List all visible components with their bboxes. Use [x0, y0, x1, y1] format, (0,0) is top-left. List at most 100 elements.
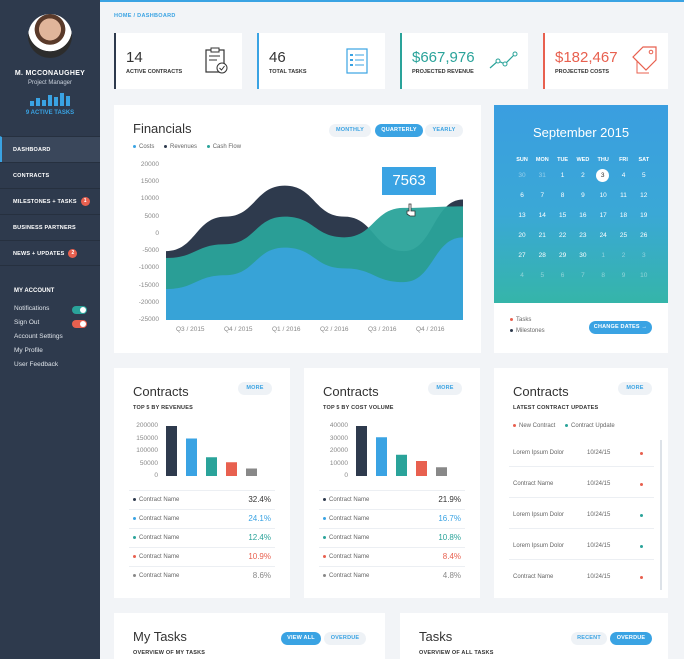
account-profile[interactable]: My Profile — [14, 347, 43, 354]
notification-badge: 1 — [80, 197, 90, 207]
change-dates-button[interactable]: CHANGE DATES → — [589, 321, 652, 334]
update-name: Lorem Ipsum Dolor — [513, 512, 565, 518]
avatar[interactable] — [28, 14, 72, 58]
tab-monthly[interactable]: MONTHLY — [329, 124, 371, 137]
sign-out-toggle[interactable] — [72, 320, 87, 328]
clipboard-check-icon — [205, 47, 228, 74]
calendar-day[interactable]: 9 — [573, 192, 593, 199]
calendar-day[interactable]: 1 — [593, 252, 613, 259]
contracts-revenue-card: Contracts MORE TOP 5 BY REVENUES 200000 1… — [114, 368, 290, 598]
more-button[interactable]: MORE — [428, 382, 462, 395]
calendar-day[interactable]: 22 — [553, 232, 573, 239]
stat-card-tasks[interactable]: 46 TOTAL TASKS — [257, 33, 385, 89]
calendar-day[interactable]: 20 — [512, 232, 532, 239]
tab-yearly[interactable]: YEARLY — [425, 124, 463, 137]
view-all-button[interactable]: VIEW ALL — [281, 632, 321, 645]
calendar-day[interactable]: 1 — [553, 172, 573, 179]
color-dot — [323, 516, 326, 520]
calendar-day[interactable]: 29 — [553, 252, 573, 259]
calendar-day[interactable]: 26 — [634, 232, 654, 239]
calendar-day[interactable]: 9 — [614, 272, 634, 279]
row-divider — [129, 547, 275, 548]
list-item[interactable]: Lorem Ipsum Dolor 10/24/15 — [494, 450, 654, 470]
calendar-day[interactable]: 7 — [573, 272, 593, 279]
card-title: Financials — [133, 121, 192, 136]
calendar-day[interactable]: 4 — [614, 172, 634, 179]
list-item[interactable]: Lorem Ipsum Dolor 10/24/15 — [494, 543, 654, 563]
list-item[interactable]: Lorem Ipsum Dolor 10/24/15 — [494, 512, 654, 532]
calendar-day[interactable]: 23 — [573, 232, 593, 239]
breadcrumb[interactable]: HOME / DASHBOARD — [114, 13, 176, 19]
color-dot — [323, 535, 326, 539]
stat-card-costs[interactable]: $182,467 PROJECTED COSTS — [543, 33, 668, 89]
more-button[interactable]: MORE — [618, 382, 652, 395]
calendar-day[interactable]: 13 — [512, 212, 532, 219]
sidebar: M. MCCONAUGHEY Project Manager 9 ACTIVE … — [0, 0, 100, 659]
y-tick-label: 10000 — [329, 459, 348, 467]
list-item[interactable]: Contract Name 10/24/15 — [494, 481, 654, 501]
calendar-day[interactable]: 7 — [532, 192, 552, 199]
overdue-button[interactable]: OVERDUE — [324, 632, 366, 645]
calendar-day[interactable]: 25 — [614, 232, 634, 239]
calendar-day[interactable]: 5 — [634, 172, 654, 179]
more-button[interactable]: MORE — [238, 382, 272, 395]
sidebar-item-dashboard[interactable]: DASHBOARD — [0, 136, 100, 162]
tab-quarterly[interactable]: QUARTERLY — [375, 124, 423, 137]
calendar-day[interactable]: 10 — [593, 192, 613, 199]
calendar-day[interactable]: 19 — [634, 212, 654, 219]
account-feedback[interactable]: User Feedback — [14, 361, 58, 368]
x-tick-label: Q3 / 2015 — [176, 326, 205, 333]
sidebar-item-contracts[interactable]: CONTRACTS — [0, 162, 100, 188]
calendar-day[interactable]: 2 — [573, 172, 593, 179]
calendar-day[interactable]: 5 — [532, 272, 552, 279]
calendar-day[interactable]: 14 — [532, 212, 552, 219]
table-row: Contract Name — [323, 516, 369, 522]
recent-button[interactable]: RECENT — [571, 632, 607, 645]
calendar-day[interactable]: 15 — [553, 212, 573, 219]
calendar-day[interactable]: 10 — [634, 272, 654, 279]
calendar-day[interactable]: 18 — [614, 212, 634, 219]
contract-percent: 10.9% — [248, 552, 271, 561]
account-sign-out[interactable]: Sign Out — [14, 319, 39, 326]
table-row: Contract Name — [323, 573, 369, 579]
overdue-button[interactable]: OVERDUE — [610, 632, 652, 645]
calendar-day[interactable]: 3 — [596, 169, 610, 182]
stat-accent — [400, 33, 402, 89]
calendar-day[interactable]: 11 — [614, 192, 634, 199]
calendar-day[interactable]: 2 — [614, 252, 634, 259]
row-divider — [129, 509, 275, 510]
calendar-day[interactable]: 28 — [532, 252, 552, 259]
calendar-day[interactable]: 16 — [573, 212, 593, 219]
card-title: Contracts — [323, 384, 379, 399]
account-notifications[interactable]: Notifications — [14, 305, 49, 312]
calendar-day[interactable]: 6 — [512, 192, 532, 199]
calendar-day[interactable]: 30 — [573, 252, 593, 259]
calendar-day[interactable]: 3 — [634, 252, 654, 259]
calendar-day[interactable]: 21 — [532, 232, 552, 239]
x-tick-label: Q2 / 2016 — [320, 326, 349, 333]
sidebar-item-milestones[interactable]: MILESTONES + TASKS 1 — [0, 188, 100, 214]
calendar-day[interactable]: 30 — [512, 172, 532, 179]
sidebar-item-business-partners[interactable]: BUSINESS PARTNERS — [0, 214, 100, 240]
stat-card-revenue[interactable]: $667,976 PROJECTED REVENUE — [400, 33, 528, 89]
list-item[interactable]: Contract Name 10/24/15 — [494, 574, 654, 594]
stat-card-contracts[interactable]: 14 ACTIVE CONTRACTS — [114, 33, 242, 89]
scrollbar[interactable] — [660, 440, 662, 590]
calendar-day[interactable]: 17 — [593, 212, 613, 219]
calendar-day[interactable]: 4 — [512, 272, 532, 279]
row-divider — [129, 528, 275, 529]
y-tick-label: -25000 — [138, 316, 159, 323]
calendar-day[interactable]: 27 — [512, 252, 532, 259]
calendar-day[interactable]: 24 — [593, 232, 613, 239]
calendar-day[interactable]: 8 — [593, 272, 613, 279]
calendar-day[interactable]: 31 — [532, 172, 552, 179]
update-name: Lorem Ipsum Dolor — [513, 543, 565, 549]
sidebar-item-news[interactable]: NEWS + UPDATES 2 — [0, 240, 100, 266]
calendar-weekday: FRI — [619, 157, 628, 163]
stat-value: 14 — [126, 49, 143, 66]
notifications-toggle[interactable] — [72, 306, 87, 314]
calendar-day[interactable]: 12 — [634, 192, 654, 199]
calendar-day[interactable]: 8 — [553, 192, 573, 199]
account-settings[interactable]: Account Settings — [14, 333, 63, 340]
calendar-day[interactable]: 6 — [553, 272, 573, 279]
